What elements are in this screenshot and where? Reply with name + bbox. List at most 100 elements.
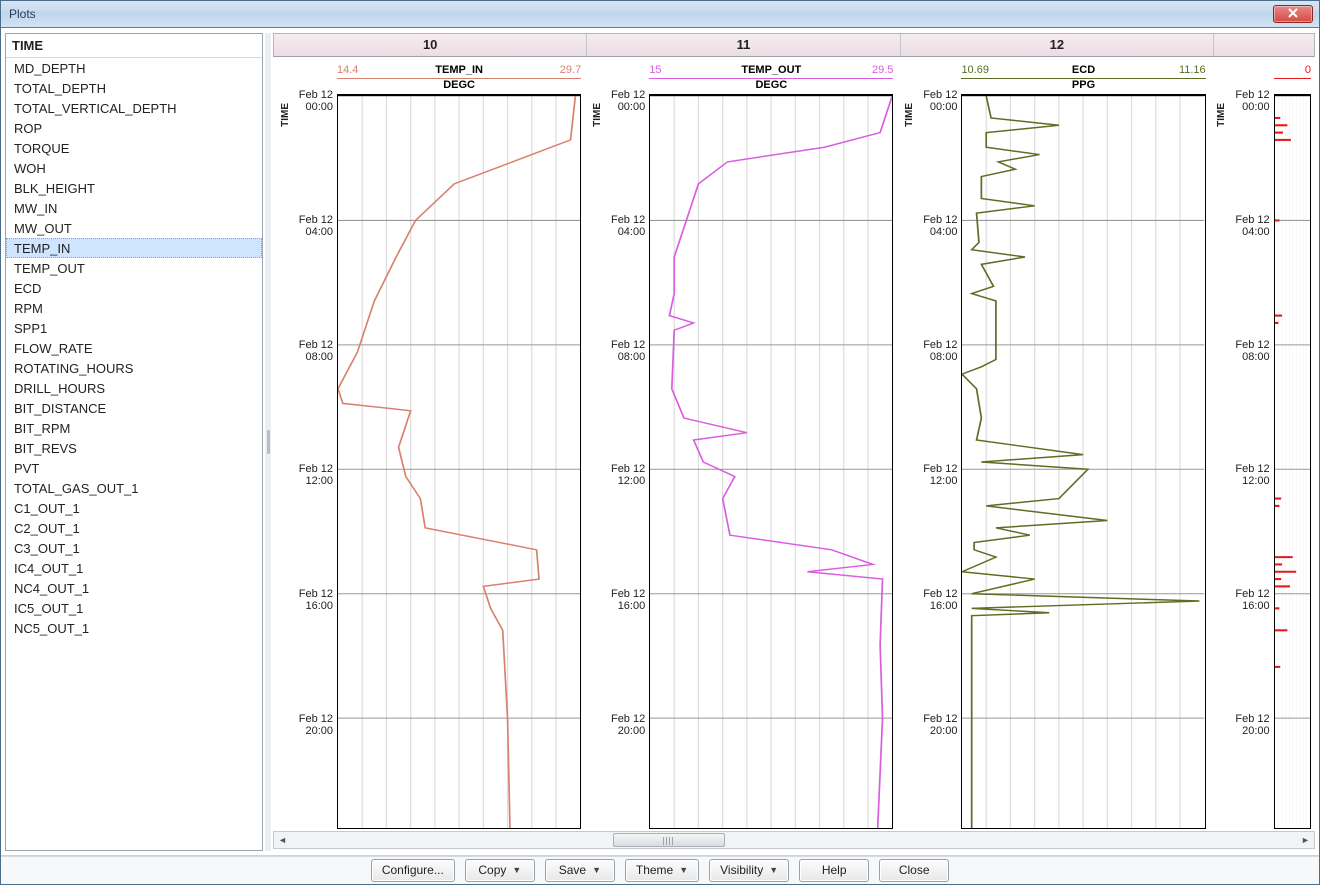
time-tick: Feb 1208:00 — [611, 339, 645, 363]
time-tick: Feb 1204:00 — [299, 214, 333, 238]
sidebar-item-woh[interactable]: WOH — [6, 158, 262, 178]
time-tick: Feb 1212:00 — [611, 463, 645, 487]
sidebar-item-drill_hours[interactable]: DRILL_HOURS — [6, 378, 262, 398]
window-close-button[interactable] — [1273, 5, 1313, 23]
chart-canvas[interactable] — [1274, 95, 1311, 829]
track-legend: 10.69ECD11.16 — [961, 61, 1205, 79]
plots-window: Plots TIME MD_DEPTHTOTAL_DEPTHTOTAL_VERT… — [0, 0, 1320, 885]
sidebar-item-nc4_out_1[interactable]: NC4_OUT_1 — [6, 578, 262, 598]
legend-max: 11.16 — [1158, 64, 1206, 76]
time-tick: Feb 1216:00 — [1235, 588, 1269, 612]
legend-max: 29.7 — [533, 64, 581, 76]
theme-button[interactable]: Theme▼ — [625, 859, 699, 882]
chevron-down-icon: ▼ — [592, 860, 601, 881]
plot-track: 10.69ECD11.16PPG TIME Feb 1200:00 Feb 1204:… — [897, 61, 1209, 829]
time-tick: Feb 1204:00 — [1235, 214, 1269, 238]
scroll-right-arrow-icon[interactable]: ► — [1297, 832, 1314, 848]
sidebar-item-c3_out_1[interactable]: C3_OUT_1 — [6, 538, 262, 558]
legend-min: 15 — [649, 64, 697, 76]
help-button[interactable]: Help — [799, 859, 869, 882]
sidebar-item-nc5_out_1[interactable]: NC5_OUT_1 — [6, 618, 262, 638]
vertical-splitter[interactable] — [265, 33, 271, 851]
sidebar-item-total_gas_out_1[interactable]: TOTAL_GAS_OUT_1 — [6, 478, 262, 498]
save-button[interactable]: Save▼ — [545, 859, 615, 882]
sidebar-item-c2_out_1[interactable]: C2_OUT_1 — [6, 518, 262, 538]
sidebar-item-torque[interactable]: TORQUE — [6, 138, 262, 158]
track-legend: 15TEMP_OUT29.5 — [649, 61, 893, 79]
copy-button[interactable]: Copy▼ — [465, 859, 535, 882]
sidebar-item-c1_out_1[interactable]: C1_OUT_1 — [6, 498, 262, 518]
sidebar-item-temp_out[interactable]: TEMP_OUT — [6, 258, 262, 278]
sidebar-item-flow_rate[interactable]: FLOW_RATE — [6, 338, 262, 358]
window-title: Plots — [9, 1, 1273, 28]
time-tick: Feb 1208:00 — [1235, 339, 1269, 363]
time-tick: Feb 1208:00 — [923, 339, 957, 363]
time-axis-label: TIME — [901, 95, 917, 829]
track-unit: DEGC — [337, 79, 581, 95]
time-tick: Feb 1216:00 — [923, 588, 957, 612]
time-tick: Feb 1200:00 — [1235, 89, 1269, 113]
close-button[interactable]: Close — [879, 859, 949, 882]
visibility-button[interactable]: Visibility▼ — [709, 859, 789, 882]
sidebar-item-ic4_out_1[interactable]: IC4_OUT_1 — [6, 558, 262, 578]
track-unit: DEGC — [649, 79, 893, 95]
sidebar-item-pvt[interactable]: PVT — [6, 458, 262, 478]
time-tick: Feb 1204:00 — [923, 214, 957, 238]
legend-name: ECD — [1009, 64, 1157, 76]
scroll-left-arrow-icon[interactable]: ◄ — [274, 832, 291, 848]
configure-button[interactable]: Configure... — [371, 859, 455, 882]
legend-name: TEMP_IN — [385, 64, 533, 76]
curve-list-header: TIME — [6, 34, 262, 58]
track-headers: 101112 — [273, 33, 1315, 57]
chart-canvas[interactable] — [337, 95, 581, 829]
sidebar-item-bit_revs[interactable]: BIT_REVS — [6, 438, 262, 458]
curve-list[interactable]: MD_DEPTHTOTAL_DEPTHTOTAL_VERTICAL_DEPTHR… — [6, 58, 262, 850]
sidebar-item-ecd[interactable]: ECD — [6, 278, 262, 298]
time-tick: Feb 1204:00 — [611, 214, 645, 238]
sidebar-item-total_vertical_depth[interactable]: TOTAL_VERTICAL_DEPTH — [6, 98, 262, 118]
time-axis-label: TIME — [1214, 95, 1230, 829]
sidebar-item-temp_in[interactable]: TEMP_IN — [6, 238, 262, 258]
legend-max: 0 — [1292, 64, 1311, 76]
time-tick: Feb 1212:00 — [923, 463, 957, 487]
time-tick: Feb 1220:00 — [923, 713, 957, 737]
sidebar-item-total_depth[interactable]: TOTAL_DEPTH — [6, 78, 262, 98]
sidebar-item-bit_rpm[interactable]: BIT_RPM — [6, 418, 262, 438]
track-header[interactable]: 11 — [587, 34, 900, 56]
track-header[interactable] — [1214, 34, 1314, 56]
time-tick: Feb 1216:00 — [299, 588, 333, 612]
legend-min: 14.4 — [337, 64, 385, 76]
time-tick: Feb 1208:00 — [299, 339, 333, 363]
sidebar-item-rpm[interactable]: RPM — [6, 298, 262, 318]
tracks-container: 14.4TEMP_IN29.7DEGCTIMEFeb 1200:00Feb 12… — [273, 57, 1315, 831]
time-axis-ticks: Feb 1200:00Feb 1204:00Feb 1208:00Feb 121… — [293, 95, 337, 829]
sidebar-item-spp1[interactable]: SPP1 — [6, 318, 262, 338]
sidebar-item-rotating_hours[interactable]: ROTATING_HOURS — [6, 358, 262, 378]
sidebar-item-blk_height[interactable]: BLK_HEIGHT — [6, 178, 262, 198]
legend-name: TEMP_OUT — [697, 64, 845, 76]
chart-canvas[interactable] — [961, 95, 1205, 829]
sidebar-item-mw_out[interactable]: MW_OUT — [6, 218, 262, 238]
sidebar-item-rop[interactable]: ROP — [6, 118, 262, 138]
sidebar-item-ic5_out_1[interactable]: IC5_OUT_1 — [6, 598, 262, 618]
track-header[interactable]: 10 — [274, 34, 587, 56]
plot-track: 14.4TEMP_IN29.7DEGCTIMEFeb 1200:00Feb 12… — [273, 61, 585, 829]
time-tick: Feb 1200:00 — [611, 89, 645, 113]
chart-canvas[interactable] — [649, 95, 893, 829]
track-header[interactable]: 12 — [901, 34, 1214, 56]
time-tick: Feb 1220:00 — [299, 713, 333, 737]
plot-track: 0 TIME Feb 1200:00 Feb 1204:00 Feb 1208:00 Fe… — [1210, 61, 1315, 829]
horizontal-scrollbar[interactable]: ◄ ► — [273, 831, 1315, 849]
time-tick: Feb 1212:00 — [1235, 463, 1269, 487]
track-legend: 0 — [1274, 61, 1311, 79]
track-unit: PPG — [961, 79, 1205, 95]
scrollbar-thumb[interactable] — [613, 833, 725, 847]
track-legend: 14.4TEMP_IN29.7 — [337, 61, 581, 79]
time-tick: Feb 1200:00 — [923, 89, 957, 113]
sidebar-item-md_depth[interactable]: MD_DEPTH — [6, 58, 262, 78]
plot-area: 101112 14.4TEMP_IN29.7DEGCTIMEFeb 1200:0… — [273, 33, 1315, 851]
bottom-toolbar: Configure... Copy▼ Save▼ Theme▼ Visibili… — [1, 856, 1319, 884]
sidebar-item-mw_in[interactable]: MW_IN — [6, 198, 262, 218]
time-axis-ticks: Feb 1200:00Feb 1204:00Feb 1208:00Feb 121… — [1230, 95, 1274, 829]
sidebar-item-bit_distance[interactable]: BIT_DISTANCE — [6, 398, 262, 418]
